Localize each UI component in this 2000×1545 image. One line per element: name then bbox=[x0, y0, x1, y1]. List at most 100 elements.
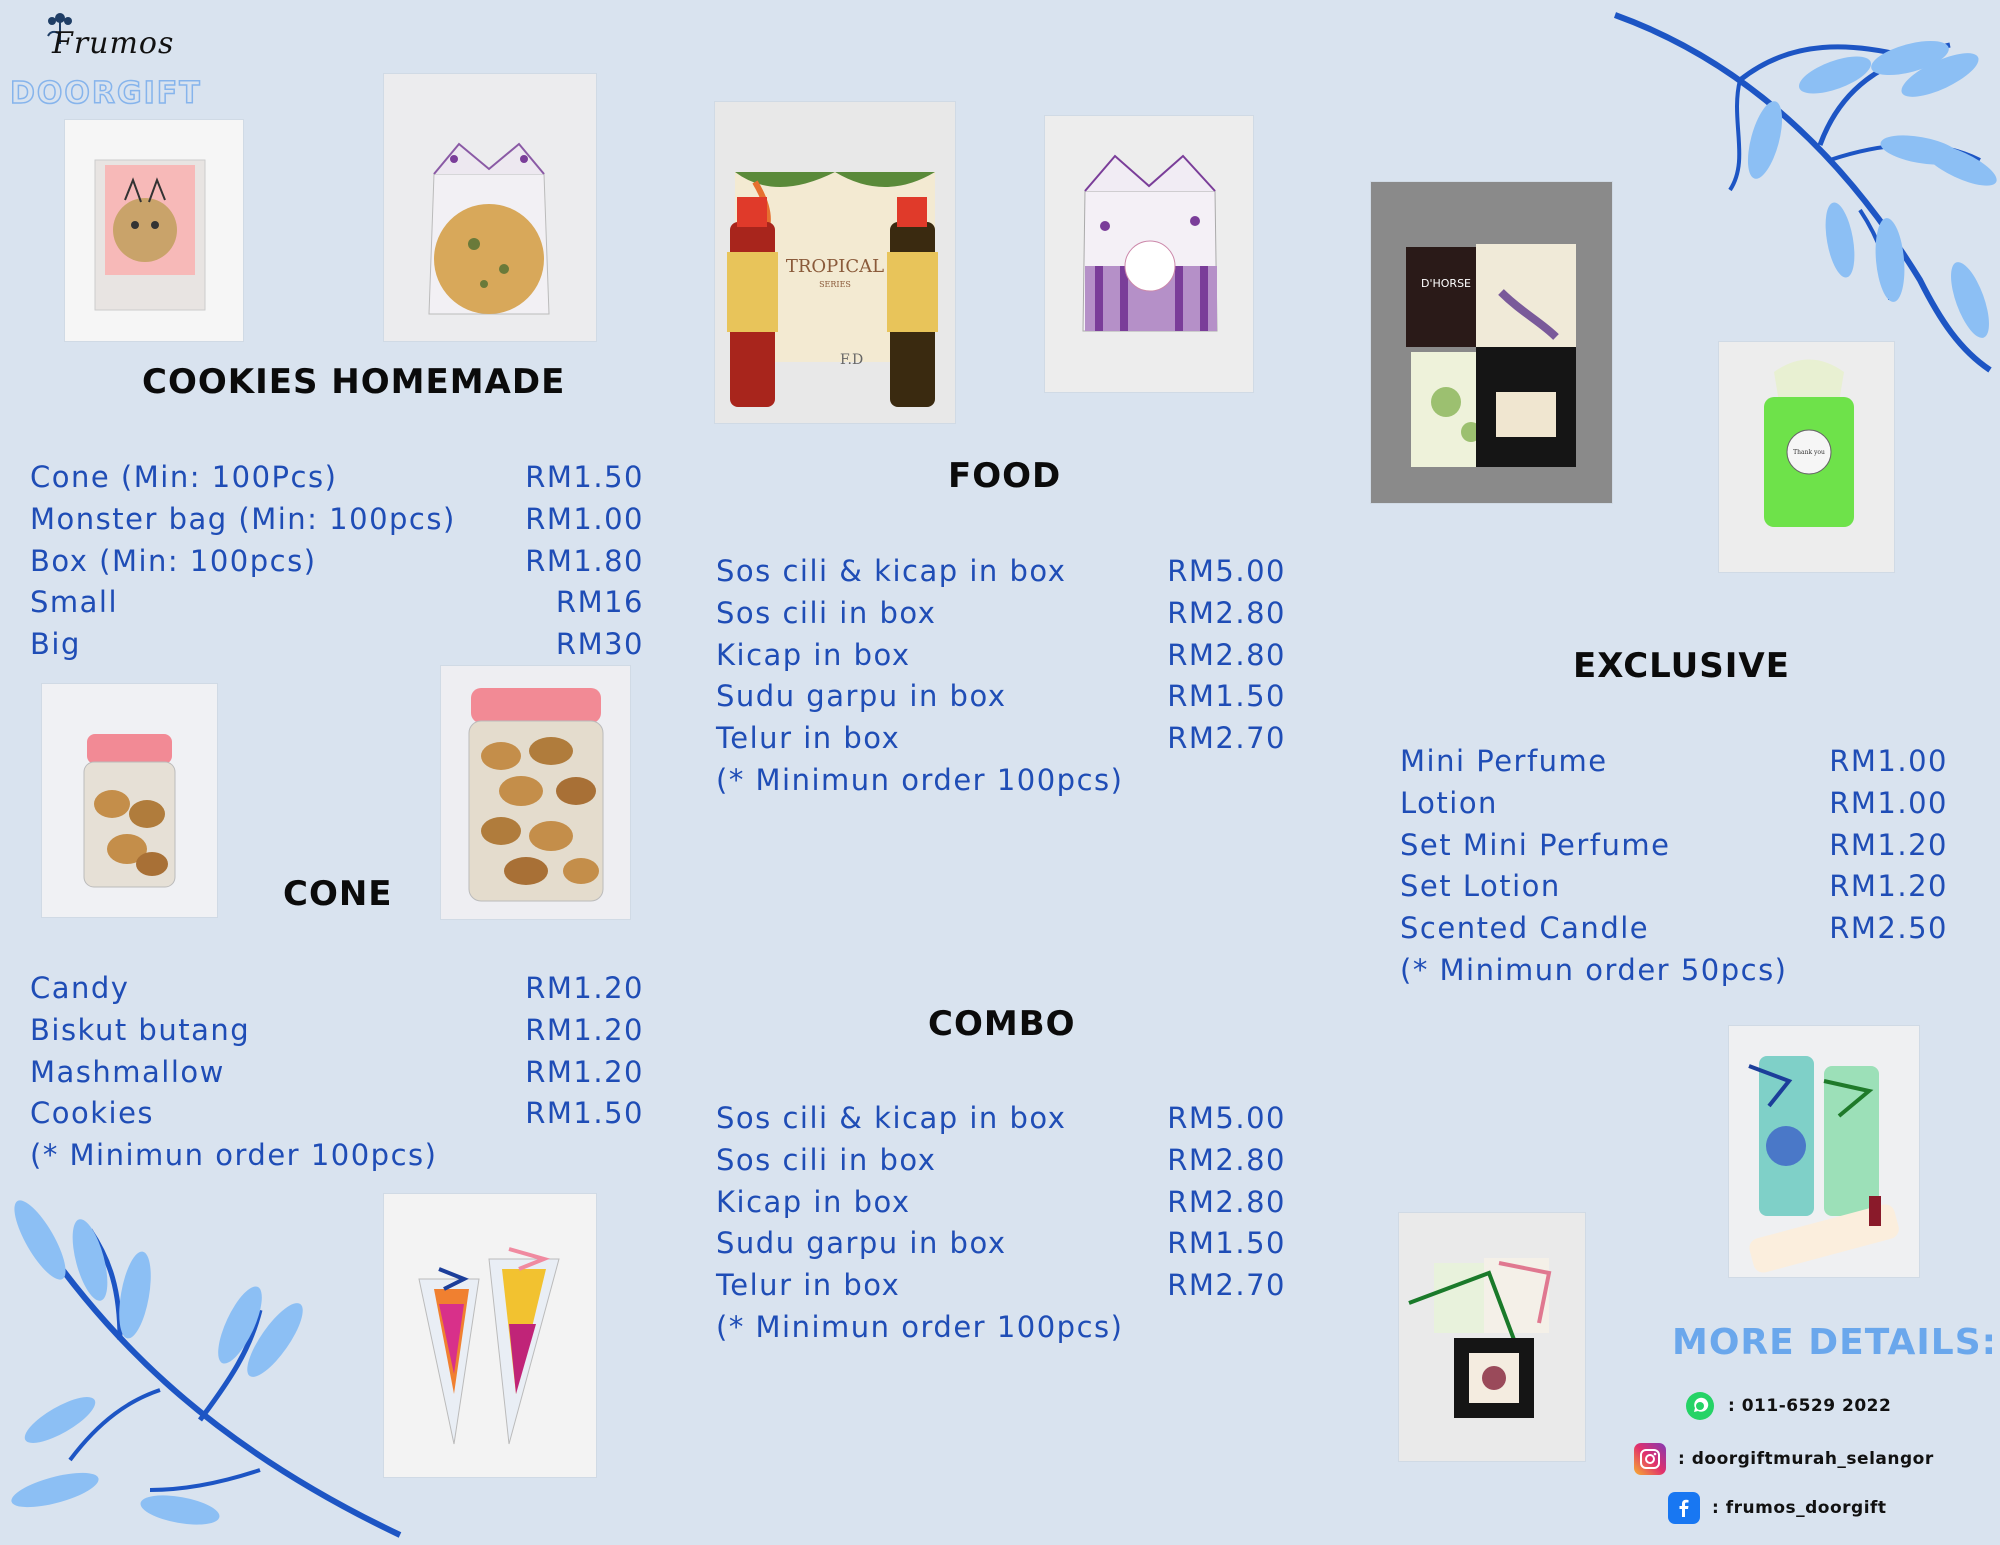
fd-mark: F.D bbox=[840, 352, 863, 368]
price-row: Scented Candle RM2.50 bbox=[1400, 911, 1948, 953]
candle-label: Thank you bbox=[1793, 449, 1825, 456]
minimum-order-note: (* Minimun order 100pcs) bbox=[30, 1138, 438, 1173]
price-row: Sudu garpu in box RM1.50 bbox=[716, 679, 1286, 721]
cone-candy-photo bbox=[384, 1194, 596, 1477]
item-name: Set Mini Perfume bbox=[1400, 827, 1671, 862]
facebook-handle: : frumos_doorgift bbox=[1712, 1498, 1887, 1518]
whatsapp-number: : 011-6529 2022 bbox=[1728, 1396, 1892, 1416]
minimum-order-note: (* Minimun order 50pcs) bbox=[1400, 952, 1788, 987]
leaf-decoration-bottom-left bbox=[11, 1200, 402, 1538]
whatsapp-icon bbox=[1684, 1390, 1716, 1422]
price-row: Mashmallow RM1.20 bbox=[30, 1055, 644, 1097]
instagram-handle: : doorgiftmurah_selangor bbox=[1678, 1449, 1934, 1469]
facebook-contact[interactable]: : frumos_doorgift bbox=[1668, 1492, 1887, 1524]
item-price: RM16 bbox=[555, 585, 644, 620]
food-box-photo bbox=[1045, 116, 1253, 392]
price-row: Cookies RM1.50 bbox=[30, 1096, 644, 1138]
item-price: RM1.00 bbox=[1829, 744, 1948, 778]
series-label: SERIES bbox=[819, 280, 851, 289]
price-row: Big RM30 bbox=[30, 627, 644, 669]
item-name: Telur in box bbox=[716, 1268, 901, 1303]
item-name: Scented Candle bbox=[1400, 911, 1650, 946]
price-row: Telur in box RM2.70 bbox=[716, 721, 1286, 763]
price-row: Mini Perfume RM1.00 bbox=[1400, 744, 1948, 786]
food-price-list: Sos cili & kicap in box RM5.00 Sos cili i… bbox=[716, 554, 1286, 805]
item-price: RM1.00 bbox=[525, 501, 644, 536]
cookie-bag-photo bbox=[65, 120, 243, 341]
perfume-set-photo: D'HORSE bbox=[1371, 182, 1612, 503]
price-row: Set Mini Perfume RM1.20 bbox=[1400, 828, 1948, 870]
price-row: Lotion RM1.00 bbox=[1400, 786, 1948, 828]
item-name: Sudu garpu in box bbox=[716, 1226, 1007, 1261]
item-name: Set Lotion bbox=[1400, 869, 1561, 904]
small-jar-photo bbox=[42, 684, 217, 917]
item-name: Kicap in box bbox=[716, 1184, 911, 1219]
cookies-price-list: Cone (Min: 100Pcs) RM1.50 Monster bag (Mi… bbox=[30, 460, 644, 669]
item-name: Sudu garpu in box bbox=[716, 679, 1007, 714]
price-row: Set Lotion RM1.20 bbox=[1400, 869, 1948, 911]
item-name: Sos cili & kicap in box bbox=[716, 1101, 1067, 1135]
facebook-icon bbox=[1668, 1492, 1700, 1524]
tropical-label: TROPICAL bbox=[786, 256, 884, 277]
item-name: Box (Min: 100pcs) bbox=[30, 543, 317, 578]
item-name: Lotion bbox=[1400, 785, 1498, 820]
item-price: RM1.50 bbox=[525, 460, 644, 494]
cookie-box-photo bbox=[384, 74, 596, 341]
cone-price-list: Candy RM1.20 Biskut butang RM1.20 Mashmall… bbox=[30, 971, 644, 1180]
price-row: Candy RM1.20 bbox=[30, 971, 644, 1013]
scented-candle-photo: Thank you bbox=[1719, 342, 1894, 572]
item-price: RM1.20 bbox=[525, 1054, 644, 1089]
price-row: Kicap in box RM2.80 bbox=[716, 1185, 1286, 1227]
item-name: Sos cili in box bbox=[716, 595, 937, 630]
item-price: RM1.20 bbox=[1829, 869, 1948, 904]
item-price: RM2.70 bbox=[1167, 1268, 1286, 1303]
brand-script: Frumos bbox=[52, 26, 175, 61]
item-price: RM1.20 bbox=[1829, 827, 1948, 862]
exclusive-heading: EXCLUSIVE bbox=[1573, 646, 1790, 686]
item-name: Cookies bbox=[30, 1096, 155, 1131]
item-name: Cone (Min: 100Pcs) bbox=[30, 460, 338, 494]
item-price: RM1.00 bbox=[1829, 785, 1948, 820]
cookies-heading: COOKIES HOMEMADE bbox=[142, 362, 566, 402]
item-price: RM5.00 bbox=[1167, 554, 1286, 588]
item-price: RM2.50 bbox=[1829, 911, 1948, 946]
price-row: Monster bag (Min: 100pcs) RM1.00 bbox=[30, 502, 644, 544]
item-name: Small bbox=[30, 585, 119, 620]
big-jar-photo bbox=[441, 666, 630, 919]
combo-price-list: Sos cili & kicap in box RM5.00 Sos cili i… bbox=[716, 1101, 1286, 1352]
item-price: RM1.20 bbox=[525, 971, 644, 1005]
food-heading: FOOD bbox=[948, 456, 1062, 496]
price-row: Biskut butang RM1.20 bbox=[30, 1013, 644, 1055]
lotion-set-photo bbox=[1729, 1026, 1919, 1277]
price-row: Sudu garpu in box RM1.50 bbox=[716, 1226, 1286, 1268]
price-row: Cone (Min: 100Pcs) RM1.50 bbox=[30, 460, 644, 502]
item-price: RM2.80 bbox=[1167, 595, 1286, 630]
instagram-contact[interactable]: : doorgiftmurah_selangor bbox=[1634, 1443, 1934, 1475]
item-name: Monster bag (Min: 100pcs) bbox=[30, 501, 456, 536]
price-row: Small RM16 bbox=[30, 585, 644, 627]
item-price: RM1.50 bbox=[525, 1096, 644, 1131]
item-price: RM5.00 bbox=[1167, 1101, 1286, 1135]
item-name: Sos cili & kicap in box bbox=[716, 554, 1067, 588]
item-price: RM1.20 bbox=[525, 1012, 644, 1047]
item-name: Sos cili in box bbox=[716, 1142, 937, 1177]
cone-heading: CONE bbox=[283, 874, 393, 914]
item-price: RM2.70 bbox=[1167, 721, 1286, 756]
item-name: Candy bbox=[30, 971, 130, 1005]
leaf-decoration-top-right bbox=[1613, 12, 1997, 373]
more-details-heading: MORE DETAILS: bbox=[1672, 1322, 1998, 1363]
item-name: Mini Perfume bbox=[1400, 744, 1608, 778]
item-name: Telur in box bbox=[716, 721, 901, 756]
price-row: Sos cili in box RM2.80 bbox=[716, 596, 1286, 638]
price-row: Kicap in box RM2.80 bbox=[716, 638, 1286, 680]
instagram-icon bbox=[1634, 1443, 1666, 1475]
tropical-sauce-photo: TROPICAL SERIES F.D bbox=[715, 102, 955, 423]
brand-word: DOORGIFT bbox=[9, 75, 202, 112]
item-price: RM1.50 bbox=[1167, 679, 1286, 714]
item-price: RM1.50 bbox=[1167, 1226, 1286, 1261]
price-row: Telur in box RM2.70 bbox=[716, 1268, 1286, 1310]
item-price: RM30 bbox=[555, 627, 644, 662]
combo-heading: COMBO bbox=[928, 1004, 1076, 1044]
whatsapp-contact[interactable]: : 011-6529 2022 bbox=[1684, 1390, 1891, 1422]
item-price: RM1.80 bbox=[525, 543, 644, 578]
